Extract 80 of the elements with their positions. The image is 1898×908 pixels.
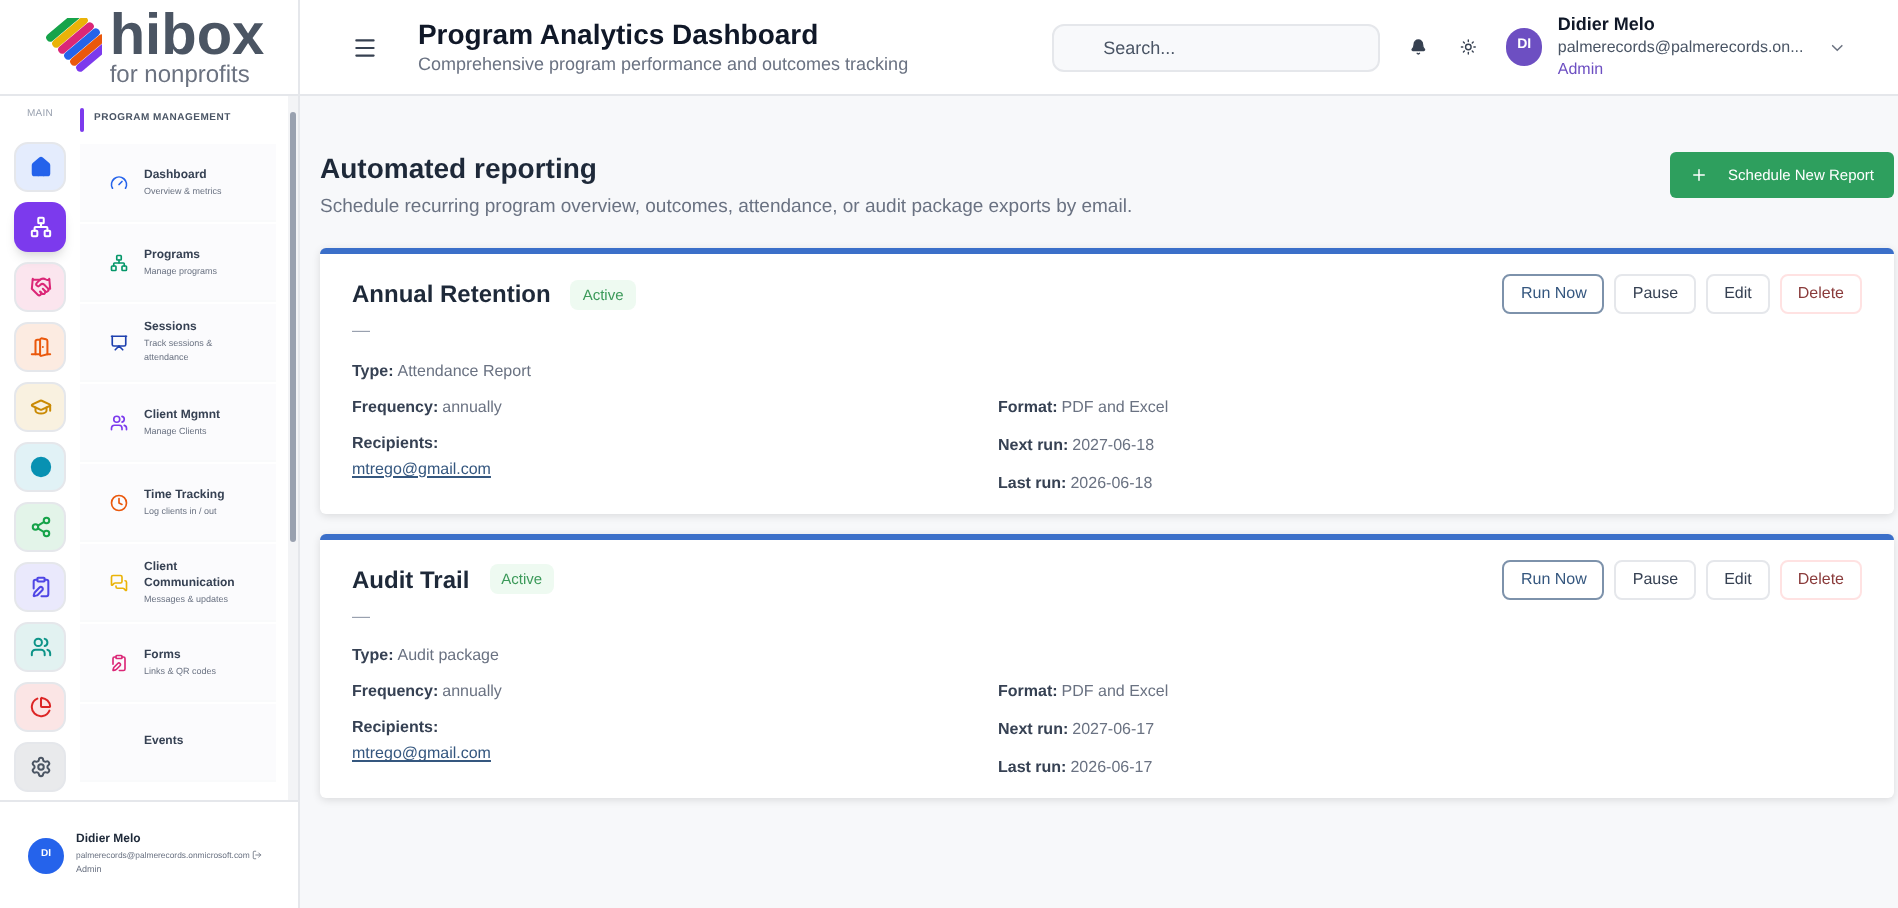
report-title: Annual Retention (352, 278, 551, 313)
action-button[interactable]: Run Now (1502, 559, 1605, 600)
rail-button[interactable] (14, 441, 66, 491)
rail-button[interactable] (14, 501, 66, 551)
page-header-subtitle: Comprehensive program performance and outcomes tracking (417, 51, 911, 78)
chat-icon (109, 573, 127, 591)
users-icon (29, 635, 51, 657)
user-role: Admin (1557, 58, 1606, 80)
network-icon (29, 515, 51, 537)
field-label: Format: (998, 682, 1058, 701)
theme-icon[interactable] (1459, 38, 1477, 56)
user-name: Didier Melo (1557, 14, 1657, 36)
field-label: Next run: (998, 720, 1069, 739)
rail-button[interactable] (14, 201, 66, 251)
field-label: Recipients: (352, 718, 439, 737)
field-label: Frequency: (352, 397, 439, 416)
logout-icon[interactable] (251, 850, 262, 860)
field-label: Recipients: (352, 433, 439, 452)
settings-icon (29, 755, 51, 777)
field-label: Type: (352, 646, 394, 665)
door-icon (29, 335, 51, 357)
rail-button[interactable] (14, 141, 66, 191)
circle-icon (29, 455, 51, 477)
field-value: PDF and Excel (1061, 682, 1169, 701)
action-button[interactable]: Delete (1779, 559, 1862, 600)
presentation-icon (109, 333, 127, 351)
scrollbar[interactable] (288, 96, 298, 800)
field-label: Format: (998, 397, 1058, 416)
sitemap-icon (29, 215, 51, 237)
action-button[interactable]: Delete (1779, 274, 1862, 315)
field-label: Last run: (998, 473, 1067, 492)
action-button[interactable]: Edit (1706, 274, 1770, 315)
report-description: — (352, 603, 370, 630)
users-icon (109, 413, 127, 431)
field-value: PDF and Excel (1061, 397, 1169, 416)
report-description: — (352, 318, 370, 345)
home-icon (29, 155, 51, 177)
rail-button[interactable] (14, 261, 66, 311)
action-button[interactable]: Run Now (1502, 274, 1605, 315)
field-value: 2027-06-18 (1072, 435, 1155, 454)
handshake-icon (29, 275, 51, 297)
rail-button[interactable] (14, 621, 66, 671)
field-label: Last run: (998, 758, 1067, 777)
user-email: palmerecords@palmerecords.on... (1557, 36, 1804, 58)
field-value: 2026-06-18 (1070, 473, 1153, 492)
field-value: Attendance Report (397, 361, 531, 380)
action-button[interactable]: Pause (1614, 559, 1697, 600)
clock-icon (109, 493, 127, 511)
field-value: annually (442, 682, 502, 701)
action-button[interactable]: Pause (1614, 274, 1697, 315)
page-title: Automated reporting (320, 150, 599, 188)
field-label: Type: (352, 361, 394, 380)
logo-tagline: for nonprofits (109, 61, 252, 85)
field-value: 2027-06-17 (1072, 720, 1155, 739)
page-description: Schedule recurring program overview, outcomes, attendance, or audit package exports by email. (320, 194, 1133, 222)
bell-icon[interactable] (1409, 38, 1426, 56)
action-button[interactable]: Edit (1706, 559, 1770, 600)
rail-button[interactable] (14, 321, 66, 371)
gauge-icon (109, 173, 127, 191)
logo-name: hibox (109, 9, 265, 61)
recipient-link[interactable]: mtrego@gmail.com (352, 742, 491, 767)
rail-button[interactable] (14, 561, 66, 611)
field-label: Frequency: (352, 682, 439, 701)
page-header-title: Program Analytics Dashboard (417, 15, 821, 52)
sitemap-icon (109, 253, 127, 271)
search-field[interactable]: Search... (1051, 23, 1380, 71)
field-value: Audit package (397, 646, 499, 665)
field-value: 2026-06-17 (1070, 758, 1153, 777)
clipboard-icon (29, 575, 51, 597)
menu-icon[interactable] (352, 33, 378, 61)
graduation-cap-icon (29, 395, 51, 417)
rail-button[interactable] (14, 681, 66, 731)
plus-icon (1690, 166, 1709, 184)
recipient-link[interactable]: mtrego@gmail.com (352, 457, 491, 482)
pie-chart-icon (29, 695, 51, 717)
field-value: annually (442, 397, 502, 416)
rail-button[interactable] (14, 741, 66, 791)
field-label: Next run: (998, 435, 1069, 454)
report-title: Audit Trail (352, 563, 470, 598)
clipboard-icon (109, 653, 127, 671)
